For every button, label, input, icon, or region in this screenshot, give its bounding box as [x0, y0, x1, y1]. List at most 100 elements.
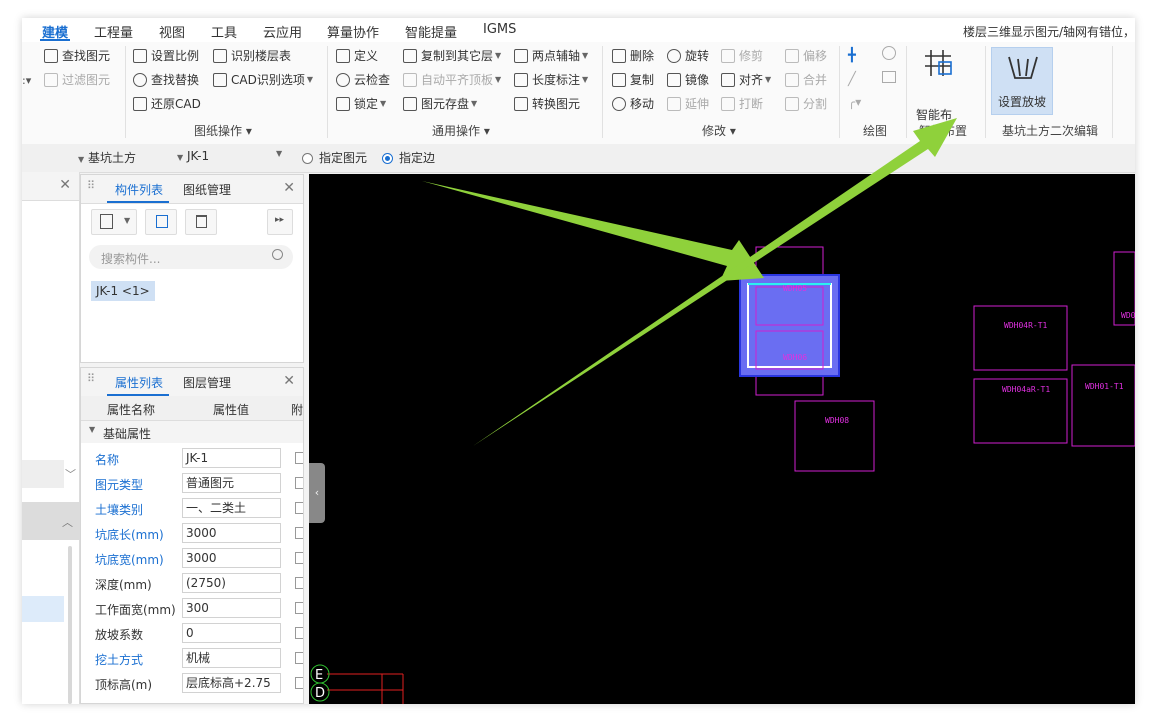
length-dimension-button[interactable]: 长度标注 ▼	[514, 70, 588, 90]
element-type-select[interactable]: ▼ 基坑土方	[78, 149, 136, 166]
set-slope-button[interactable]: 设置放坡	[991, 47, 1053, 115]
strip-row-selected[interactable]	[22, 596, 64, 622]
property-checkbox[interactable]	[295, 452, 303, 464]
component-select[interactable]: ▼ JK-1	[177, 149, 209, 163]
auto-align-slab-button[interactable]: 自动平齐顶板 ▼	[403, 70, 501, 90]
tab-view[interactable]: 视图	[159, 22, 185, 41]
tab-tools[interactable]: 工具	[211, 22, 237, 41]
drawing-canvas[interactable]: WDH05 WDH06 WDH08 WDH04R-T1 WDH04aR-T1 W…	[309, 174, 1135, 704]
chevron-down-icon: ▼	[582, 75, 589, 84]
copy-button[interactable]: 复制	[612, 70, 654, 90]
lock-button[interactable]: 锁定 ▼	[336, 94, 386, 114]
property-checkbox[interactable]	[295, 477, 303, 489]
property-checkbox[interactable]	[295, 577, 303, 589]
property-value-input[interactable]: 3000	[182, 548, 281, 568]
trim-button[interactable]: 修剪	[721, 46, 763, 66]
property-value-input[interactable]: 层底标高+2.75	[182, 673, 281, 693]
offset-button[interactable]: 偏移	[785, 46, 827, 66]
footing-label: WDH06	[783, 353, 807, 362]
find-replace-button[interactable]: 查找替换	[133, 70, 199, 90]
find-element-button[interactable]: 查找图元	[44, 46, 110, 66]
overflow-caret[interactable]: :▾	[22, 74, 31, 87]
radio-specified-edge[interactable]: 指定边	[382, 149, 435, 166]
pin-icon[interactable]: ⠿	[87, 179, 95, 192]
expand-panel-button[interactable]: ▸▸	[267, 209, 293, 235]
section-basic-properties[interactable]: ▼ 基础属性	[81, 421, 303, 443]
cad-identify-options-button[interactable]: CAD识别选项 ▼	[213, 70, 313, 90]
property-checkbox[interactable]	[295, 502, 303, 514]
property-value-input[interactable]: (2750)	[182, 573, 281, 593]
property-checkbox[interactable]	[295, 527, 303, 539]
group-general-ops[interactable]: 通用操作 ▾	[432, 122, 490, 139]
close-icon[interactable]: ✕	[283, 180, 295, 196]
save-element-button[interactable]: 图元存盘 ▼	[403, 94, 477, 114]
move-button[interactable]: 移动	[612, 94, 654, 114]
arc-draw-icon[interactable]: ╭▾	[848, 95, 861, 109]
group-drawing-ops[interactable]: 图纸操作 ▾	[194, 122, 252, 139]
break-button[interactable]: 打断	[721, 94, 763, 114]
property-value-input[interactable]: 一、二类土	[182, 498, 281, 518]
extend-button[interactable]: 延伸	[667, 94, 709, 114]
split-button[interactable]: 分割	[785, 94, 827, 114]
property-value-input[interactable]: 300	[182, 598, 281, 618]
tab-layer-management[interactable]: 图层管理	[183, 374, 231, 391]
property-checkbox[interactable]	[295, 552, 303, 564]
strip-row[interactable]: ﹀	[22, 460, 76, 488]
property-checkbox[interactable]	[295, 627, 303, 639]
scrollbar[interactable]	[68, 546, 72, 704]
cloud-check-button[interactable]: 云检查	[336, 70, 390, 90]
property-name: 坑底宽(mm)	[95, 553, 164, 567]
align-button[interactable]: 对齐 ▼	[721, 70, 771, 90]
delete-component-button[interactable]	[185, 209, 217, 235]
component-search-input[interactable]: 搜索构件...	[89, 245, 293, 269]
identify-floor-table-button[interactable]: 识别楼层表	[213, 46, 291, 66]
define-button[interactable]: 定义	[336, 46, 378, 66]
pin-icon[interactable]: ⠿	[87, 372, 95, 385]
mirror-button[interactable]: 镜像	[667, 70, 709, 90]
tab-cloud[interactable]: 云应用	[263, 22, 302, 41]
tab-drawing-management[interactable]: 图纸管理	[183, 181, 231, 198]
column-header-value: 属性值	[213, 403, 250, 417]
tab-component-list[interactable]: 构件列表	[115, 181, 163, 198]
property-checkbox[interactable]	[295, 677, 303, 689]
property-checkbox[interactable]	[295, 602, 303, 614]
merge-button[interactable]: 合并	[785, 70, 827, 90]
collapse-panel-handle[interactable]: ‹	[309, 463, 325, 523]
delete-button[interactable]: 删除	[612, 46, 654, 66]
property-value-input[interactable]: 机械	[182, 648, 281, 668]
tab-igms[interactable]: IGMS	[483, 22, 516, 37]
group-modify[interactable]: 修改 ▾	[702, 122, 736, 139]
set-scale-label: 设置比例	[151, 49, 200, 63]
tab-collab[interactable]: 算量协作	[327, 22, 379, 41]
copy-component-button[interactable]	[145, 209, 177, 235]
smart-layout-button[interactable]: 智能布	[916, 106, 952, 123]
new-component-button[interactable]: ▼	[91, 209, 137, 235]
property-value-input[interactable]: 0	[182, 623, 281, 643]
tab-smart-extract[interactable]: 智能提量	[405, 22, 457, 41]
tab-quantity[interactable]: 工程量	[94, 22, 133, 41]
close-icon[interactable]: ✕	[283, 373, 295, 389]
radio-specified-element[interactable]: 指定图元	[302, 149, 367, 166]
rotate-button[interactable]: 旋转	[667, 46, 709, 66]
component-item-jk1[interactable]: JK-1 <1>	[91, 281, 155, 301]
point-draw-icon[interactable]: ╋	[848, 48, 856, 63]
restore-cad-button[interactable]: 还原CAD	[133, 94, 201, 114]
rect-draw-icon[interactable]	[882, 71, 896, 83]
split-label: 分割	[803, 97, 828, 111]
tab-property-list[interactable]: 属性列表	[115, 374, 163, 391]
filter-element-button[interactable]: 过滤图元	[44, 70, 110, 90]
property-value-input[interactable]: JK-1	[182, 448, 281, 468]
set-scale-button[interactable]: 设置比例	[133, 46, 199, 66]
convert-element-button[interactable]: 转换图元	[514, 94, 580, 114]
line-draw-icon[interactable]: ╱	[848, 72, 856, 87]
chevron-down-icon[interactable]: ▼	[276, 149, 282, 158]
circle-draw-icon[interactable]	[882, 46, 896, 60]
panel-tabs: ⠿ 构件列表 图纸管理 ✕	[81, 175, 303, 204]
close-icon[interactable]: ✕	[59, 177, 71, 193]
copy-to-layer-button[interactable]: 复制到其它层 ▼	[403, 46, 501, 66]
property-value-input[interactable]: 3000	[182, 523, 281, 543]
two-point-axis-button[interactable]: 两点辅轴 ▼	[514, 46, 588, 66]
property-checkbox[interactable]	[295, 652, 303, 664]
property-value-input[interactable]: 普通图元	[182, 473, 281, 493]
strip-row-expanded[interactable]: ︿	[22, 502, 79, 540]
